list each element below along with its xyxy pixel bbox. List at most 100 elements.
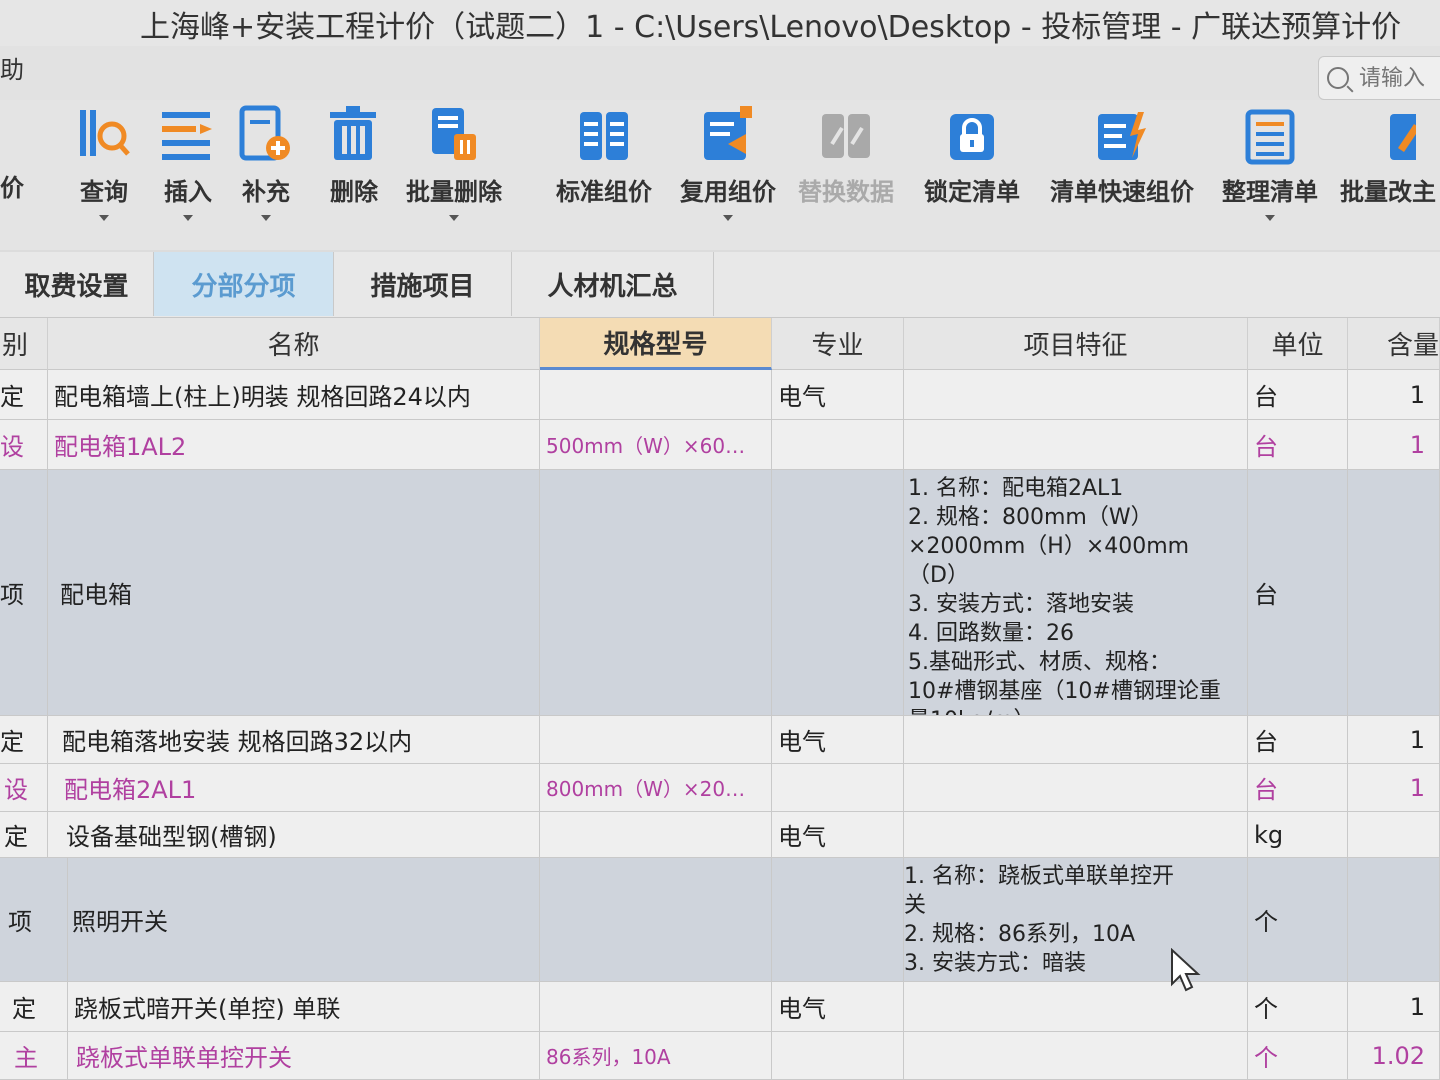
cell-name[interactable]: 设备基础型钢(槽钢) — [48, 812, 540, 857]
col-header-type[interactable]: 别 — [0, 318, 48, 370]
tab-sections[interactable]: 分部分项 — [154, 252, 334, 316]
cell-spec[interactable]: 500mm（W）×60… — [540, 420, 772, 469]
cell-unit[interactable]: 台 — [1248, 764, 1348, 811]
cell-qty[interactable] — [1348, 812, 1440, 857]
cell-spec[interactable] — [540, 812, 772, 857]
cell-type[interactable]: 项 — [0, 858, 68, 981]
insert-button[interactable]: 插入 — [160, 100, 216, 221]
col-header-unit[interactable]: 单位 — [1248, 318, 1348, 370]
cell-type[interactable]: 设 — [0, 420, 48, 469]
tab-resource-summary[interactable]: 人材机汇总 — [512, 252, 714, 316]
table-row[interactable]: 设 配电箱2AL1 800mm（W）×20… 台 1 — [0, 764, 1440, 812]
dropdown-arrow-icon[interactable] — [99, 215, 109, 221]
cell-unit[interactable]: 台 — [1248, 370, 1348, 419]
col-header-name[interactable]: 名称 — [48, 318, 540, 370]
reuse-pricing-button[interactable]: 复用组价 — [680, 100, 776, 221]
cell-name[interactable]: 配电箱 — [48, 470, 540, 715]
cell-name[interactable]: 配电箱落地安装 规格回路32以内 — [48, 716, 540, 763]
cell-unit[interactable]: 台 — [1248, 470, 1348, 715]
cell-spec[interactable]: 800mm（W）×20… — [540, 764, 772, 811]
cell-qty[interactable]: 1 — [1348, 716, 1440, 763]
cell-name[interactable]: 配电箱2AL1 — [48, 764, 540, 811]
cell-unit[interactable]: 台 — [1248, 716, 1348, 763]
table-row[interactable]: 项 配电箱 1. 名称：配电箱2AL1 2. 规格：800mm（W） ×2000… — [0, 470, 1440, 716]
cell-major[interactable]: 电气 — [772, 716, 904, 763]
toolbar-fragment[interactable]: 价 — [0, 168, 24, 203]
lock-list-button[interactable]: 锁定清单 — [924, 100, 1020, 207]
cell-feature[interactable] — [904, 812, 1248, 857]
batch-delete-button[interactable]: 批量删除 — [406, 100, 502, 221]
table-row[interactable]: 主 跷板式单联单控开关 86系列，10A 个 1.02 — [0, 1032, 1440, 1080]
cell-spec[interactable]: 86系列，10A — [540, 1032, 772, 1079]
cell-feature[interactable] — [904, 370, 1248, 419]
col-header-spec[interactable]: 规格型号 — [540, 318, 772, 370]
cell-spec[interactable] — [540, 370, 772, 419]
cell-major[interactable] — [772, 858, 904, 981]
cell-major[interactable] — [772, 420, 904, 469]
cell-unit[interactable]: 台 — [1248, 420, 1348, 469]
batch-change-button[interactable]: 批量改主 — [1340, 100, 1436, 207]
cell-feature[interactable] — [904, 764, 1248, 811]
cell-qty[interactable]: 1 — [1348, 370, 1440, 419]
col-header-qty[interactable]: 含量 — [1348, 318, 1440, 370]
cell-name[interactable]: 配电箱1AL2 — [48, 420, 540, 469]
cell-feature[interactable] — [904, 1032, 1248, 1079]
cell-name[interactable]: 跷板式单联单控开关 — [68, 1032, 540, 1079]
cell-qty[interactable]: 1 — [1348, 764, 1440, 811]
table-row[interactable]: 定 跷板式暗开关(单控) 单联 电气 个 1 — [0, 982, 1440, 1032]
cell-qty[interactable]: 1 — [1348, 420, 1440, 469]
table-row[interactable]: 定 设备基础型钢(槽钢) 电气 kg — [0, 812, 1440, 858]
dropdown-arrow-icon[interactable] — [723, 215, 733, 221]
cell-unit[interactable]: kg — [1248, 812, 1348, 857]
dropdown-arrow-icon[interactable] — [1265, 215, 1275, 221]
cell-name[interactable]: 跷板式暗开关(单控) 单联 — [68, 982, 540, 1031]
cell-feature[interactable]: 1. 名称：配电箱2AL1 2. 规格：800mm（W） ×2000mm（H）×… — [904, 470, 1248, 715]
col-header-feature[interactable]: 项目特征 — [904, 318, 1248, 370]
cell-qty[interactable]: 1.02 — [1348, 1032, 1440, 1079]
cell-qty[interactable]: 1 — [1348, 982, 1440, 1031]
cell-type[interactable]: 项 — [0, 470, 48, 715]
cell-major[interactable] — [772, 764, 904, 811]
cell-name[interactable]: 照明开关 — [68, 858, 540, 981]
table-row[interactable]: 定 配电箱墙上(柱上)明装 规格回路24以内 电气 台 1 — [0, 370, 1440, 420]
table-row[interactable]: 项 照明开关 1. 名称：跷板式单联单控开 关 2. 规格：86系列，10A 3… — [0, 858, 1440, 982]
cell-unit[interactable]: 个 — [1248, 982, 1348, 1031]
search-input[interactable] — [1359, 65, 1440, 91]
tab-fee-settings[interactable]: 取费设置 — [0, 252, 154, 316]
cell-type[interactable]: 定 — [0, 370, 48, 419]
cell-feature[interactable] — [904, 716, 1248, 763]
cell-major[interactable] — [772, 470, 904, 715]
cell-spec[interactable] — [540, 716, 772, 763]
dropdown-arrow-icon[interactable] — [261, 215, 271, 221]
tab-measures[interactable]: 措施项目 — [334, 252, 512, 316]
menu-help[interactable]: 助 — [0, 50, 24, 85]
search-box[interactable] — [1318, 56, 1440, 100]
cell-qty[interactable] — [1348, 470, 1440, 715]
replace-data-button[interactable]: 替换数据 — [798, 100, 894, 207]
cell-type[interactable]: 设 — [0, 764, 48, 811]
dropdown-arrow-icon[interactable] — [183, 215, 193, 221]
query-button[interactable]: 查询 — [76, 100, 132, 221]
col-header-major[interactable]: 专业 — [772, 318, 904, 370]
organize-list-button[interactable]: 整理清单 — [1222, 100, 1318, 221]
supplement-button[interactable]: 补充 — [238, 100, 294, 221]
cell-qty[interactable] — [1348, 858, 1440, 981]
cell-major[interactable]: 电气 — [772, 370, 904, 419]
cell-spec[interactable] — [540, 858, 772, 981]
cell-type[interactable]: 定 — [0, 982, 68, 1031]
cell-type[interactable]: 定 — [0, 812, 48, 857]
table-row[interactable]: 定 配电箱落地安装 规格回路32以内 电气 台 1 — [0, 716, 1440, 764]
standard-pricing-button[interactable]: 标准组价 — [556, 100, 652, 207]
delete-button[interactable]: 删除 — [326, 100, 382, 207]
cell-spec[interactable] — [540, 982, 772, 1031]
cell-type[interactable]: 主 — [0, 1032, 68, 1079]
cell-major[interactable] — [772, 1032, 904, 1079]
cell-major[interactable]: 电气 — [772, 982, 904, 1031]
cell-major[interactable]: 电气 — [772, 812, 904, 857]
cell-name[interactable]: 配电箱墙上(柱上)明装 规格回路24以内 — [48, 370, 540, 419]
cell-unit[interactable]: 个 — [1248, 1032, 1348, 1079]
cell-spec[interactable] — [540, 470, 772, 715]
dropdown-arrow-icon[interactable] — [449, 215, 459, 221]
cell-feature[interactable] — [904, 420, 1248, 469]
cell-type[interactable]: 定 — [0, 716, 48, 763]
